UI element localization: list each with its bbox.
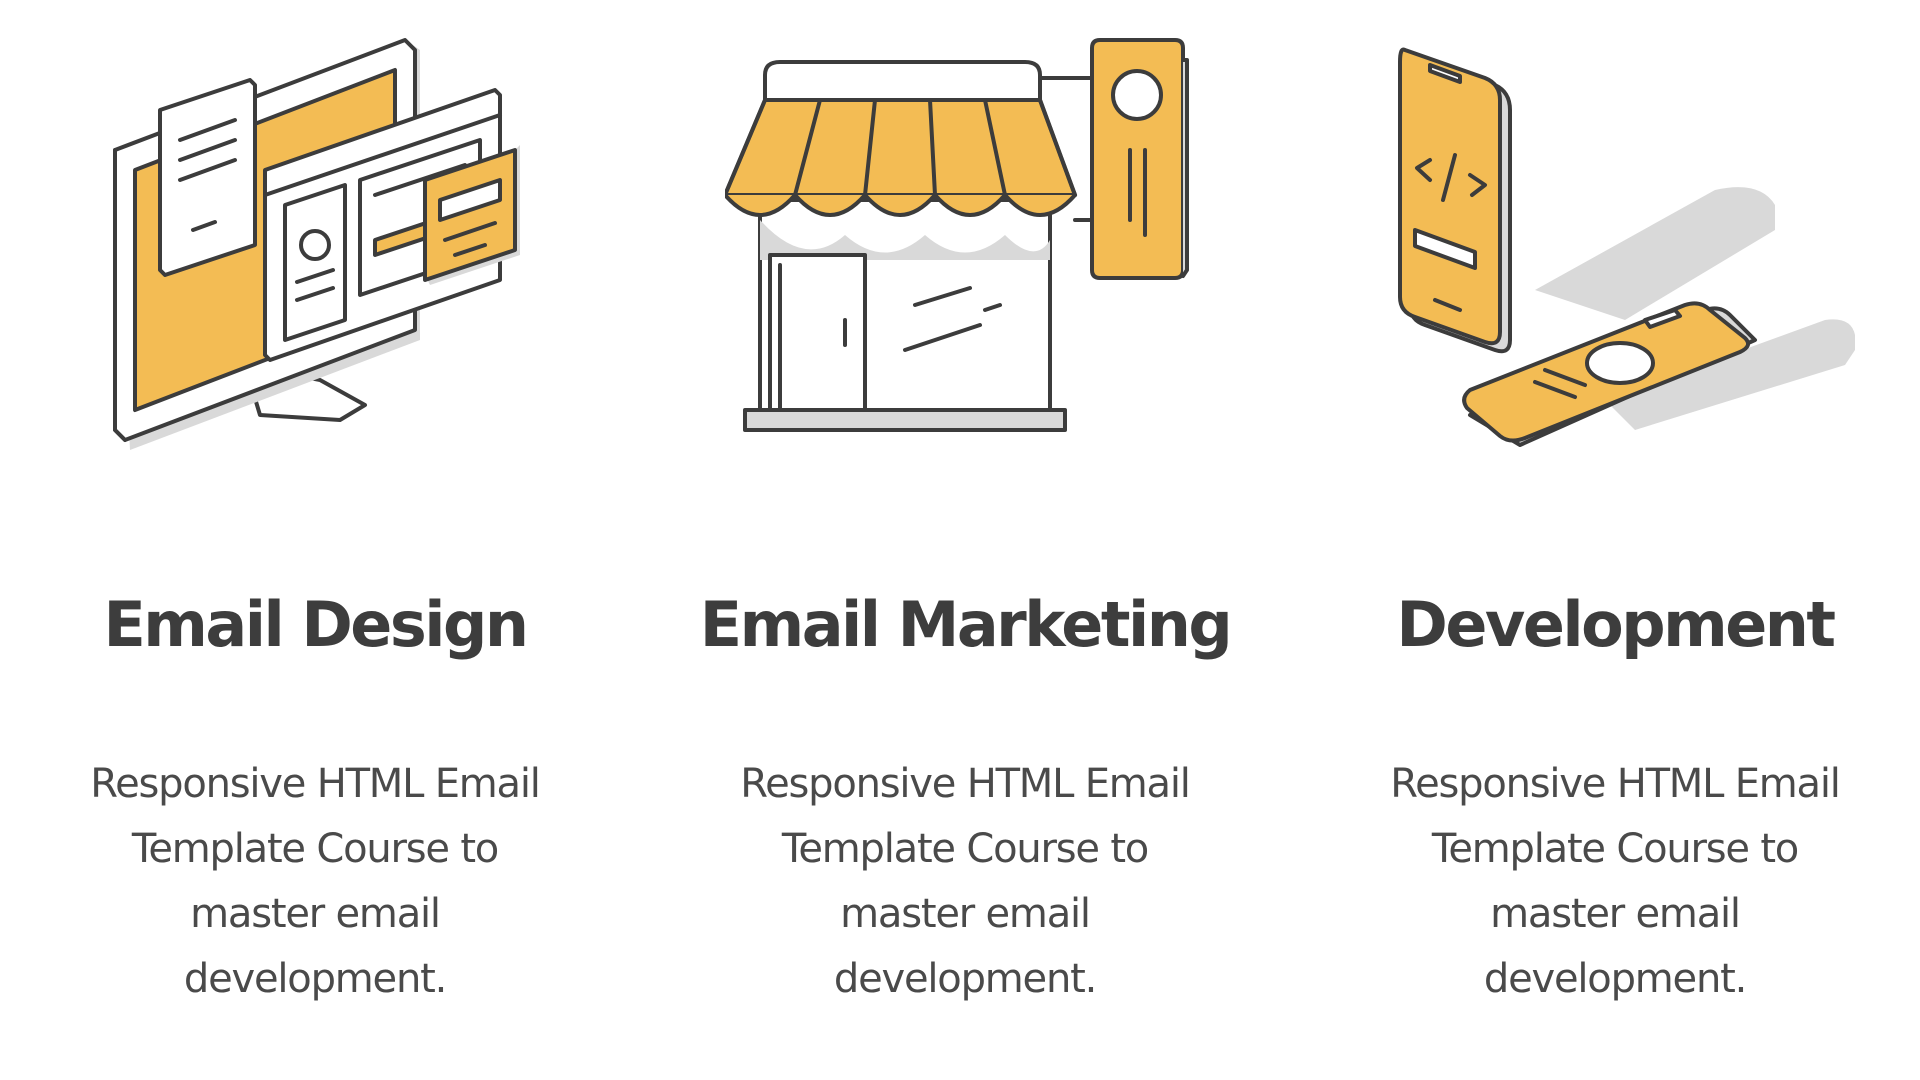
feature-description: Responsive HTML Email Template Course to… (740, 761, 1191, 1002)
feature-description: Responsive HTML Email Template Course to… (1390, 761, 1841, 1002)
feature-title: Email Design (103, 588, 529, 661)
storefront-icon (725, 20, 1205, 450)
feature-title: Development (1396, 588, 1836, 661)
feature-email-design: Email Design Responsive HTML Email Templ… (35, 0, 595, 1080)
features-section: Email Design Responsive HTML Email Templ… (0, 0, 1920, 1080)
feature-development: Development Responsive HTML Email Templa… (1335, 0, 1895, 1080)
feature-description: Responsive HTML Email Template Course to… (90, 761, 541, 1002)
feature-email-marketing: Email Marketing Responsive HTML Email Te… (685, 0, 1245, 1080)
devices-icon (75, 20, 555, 450)
mobile-code-icon (1375, 20, 1855, 450)
feature-title: Email Marketing (699, 588, 1233, 661)
